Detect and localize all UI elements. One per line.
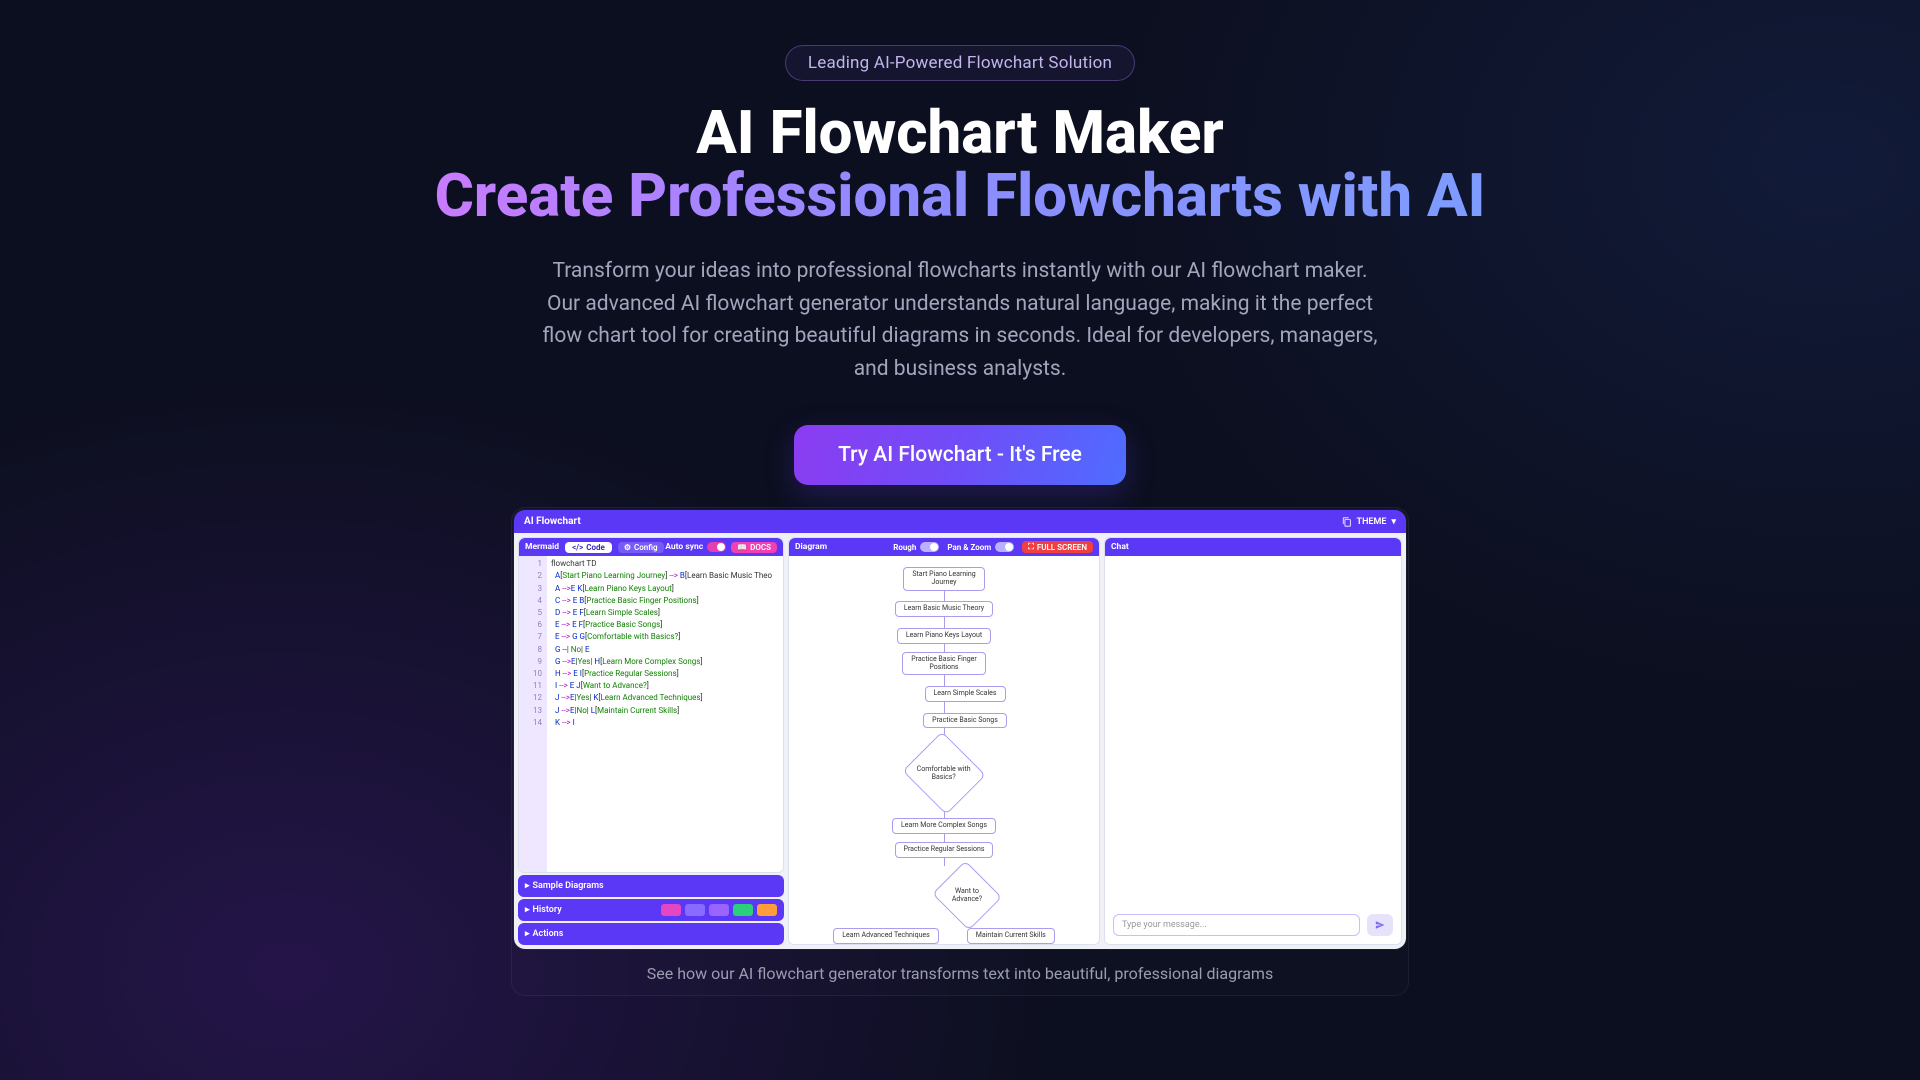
- history-action-4[interactable]: [733, 904, 753, 916]
- diagram-pane: Diagram Rough Pan & Zoom ⛶ FULL SCREEN: [788, 537, 1100, 945]
- docs-button[interactable]: 📖 DOCS: [731, 542, 777, 553]
- chat-input[interactable]: Type your message...: [1113, 914, 1360, 936]
- book-icon: 📖: [737, 543, 747, 552]
- product-screenshot-card: AI Flowchart THEME ▾ Mermaid: [511, 507, 1409, 996]
- app-title-bar: AI Flowchart THEME ▾: [514, 510, 1406, 533]
- chat-pane-header: Chat: [1105, 538, 1401, 556]
- fullscreen-button[interactable]: ⛶ FULL SCREEN: [1022, 541, 1093, 553]
- hero-title-line1: AI Flowchart Maker: [696, 97, 1224, 168]
- chevron-right-icon: ▸: [525, 905, 530, 915]
- chevron-right-icon: ▸: [525, 881, 530, 891]
- app-screenshot: AI Flowchart THEME ▾ Mermaid: [513, 509, 1407, 950]
- screenshot-caption: See how our AI flowchart generator trans…: [513, 964, 1407, 983]
- theme-label: THEME: [1357, 517, 1387, 527]
- rough-toggle[interactable]: Rough: [893, 542, 939, 552]
- node-regular[interactable]: Practice Regular Sessions: [895, 842, 994, 858]
- sample-diagrams-panel[interactable]: ▸Sample Diagrams: [518, 875, 784, 897]
- node-keys[interactable]: Learn Piano Keys Layout: [897, 628, 991, 644]
- hero-title-line2: Create Professional Flowcharts with AI: [435, 164, 1486, 227]
- node-finger[interactable]: Practice Basic Finger Positions: [902, 652, 986, 675]
- node-scales[interactable]: Learn Simple Scales: [925, 686, 1006, 702]
- send-button[interactable]: [1367, 914, 1393, 936]
- code-pane: Mermaid </> Code ⚙ Config: [518, 537, 784, 945]
- history-action-3[interactable]: [709, 904, 729, 916]
- tab-config[interactable]: ⚙ Config: [618, 542, 664, 553]
- node-complex[interactable]: Learn More Complex Songs: [892, 818, 996, 834]
- diagram-pane-title: Diagram: [795, 542, 827, 552]
- node-theory[interactable]: Learn Basic Music Theory: [895, 601, 993, 617]
- chevron-down-icon: ▾: [1391, 517, 1396, 527]
- code-pane-header: Mermaid </> Code ⚙ Config: [519, 538, 783, 556]
- chat-pane: Chat Type your message...: [1104, 537, 1402, 945]
- tab-code[interactable]: </> Code: [565, 542, 612, 553]
- auto-sync-label: Auto sync: [665, 542, 703, 552]
- node-comfortable[interactable]: Comfortable with Basics?: [902, 732, 986, 816]
- fullscreen-icon: ⛶: [1028, 542, 1034, 552]
- chevron-right-icon: ▸: [525, 929, 530, 939]
- diagram-pane-header: Diagram Rough Pan & Zoom ⛶ FULL SCREEN: [789, 538, 1099, 556]
- hero-title: AI Flowchart Maker Create Professional F…: [435, 101, 1486, 227]
- try-free-button[interactable]: Try AI Flowchart - It's Free: [794, 425, 1126, 485]
- node-start[interactable]: Start Piano Learning Journey: [903, 567, 984, 590]
- node-maintain[interactable]: Maintain Current Skills: [967, 928, 1055, 944]
- code-icon: </>: [572, 543, 583, 552]
- copy-icon: [1342, 517, 1352, 527]
- flowchart-canvas[interactable]: Start Piano Learning Journey Learn Basic…: [789, 556, 1099, 944]
- node-advance[interactable]: Want to Advance?: [932, 861, 1002, 931]
- history-action-5[interactable]: [757, 904, 777, 916]
- send-icon: [1375, 920, 1385, 930]
- chat-pane-title: Chat: [1111, 542, 1129, 552]
- gear-icon: ⚙: [624, 543, 631, 552]
- code-pane-title: Mermaid: [525, 542, 559, 552]
- hero-badge: Leading AI-Powered Flowchart Solution: [785, 45, 1135, 81]
- theme-switch[interactable]: THEME ▾: [1342, 517, 1396, 527]
- code-editor[interactable]: 1234567891011121314 flowchart TD A[Start…: [519, 556, 783, 872]
- auto-sync-toggle[interactable]: Auto sync: [665, 542, 726, 552]
- pan-zoom-toggle[interactable]: Pan & Zoom: [947, 542, 1014, 552]
- node-basicsongs[interactable]: Practice Basic Songs: [923, 713, 1007, 729]
- hero-description: Transform your ideas into professional f…: [540, 255, 1380, 385]
- history-action-2[interactable]: [685, 904, 705, 916]
- actions-panel[interactable]: ▸Actions: [518, 923, 784, 945]
- history-panel[interactable]: ▸History: [518, 899, 784, 921]
- node-adv[interactable]: Learn Advanced Techniques: [833, 928, 939, 944]
- app-title: AI Flowchart: [524, 516, 581, 527]
- history-action-1[interactable]: [661, 904, 681, 916]
